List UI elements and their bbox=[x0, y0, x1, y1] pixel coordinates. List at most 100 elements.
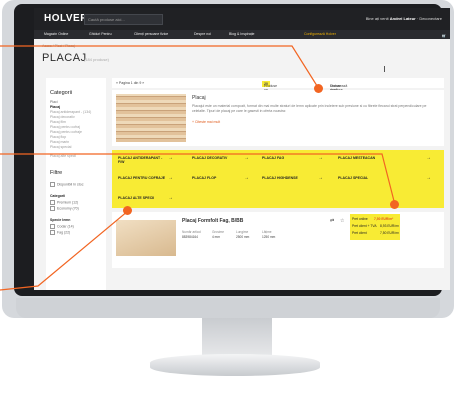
subcat-tile[interactable]: PLACAJ FAG bbox=[262, 156, 284, 160]
breadcrumb[interactable]: Acasa / Placi / Placaj bbox=[42, 44, 75, 48]
spec-value: 1250 mm bbox=[262, 235, 276, 239]
subcategory-item[interactable]: Placaj flop bbox=[50, 135, 66, 139]
product-image[interactable] bbox=[116, 220, 176, 256]
category-option[interactable]: Economy (70) bbox=[50, 206, 79, 211]
nav-item-clients[interactable]: Clienți persoane fizice bbox=[134, 32, 168, 36]
compare-icon[interactable]: ⇄ bbox=[330, 218, 334, 224]
account-name[interactable]: Andrei Lateur bbox=[390, 16, 416, 21]
subcat-tile[interactable]: PLACAJ SPECIAL bbox=[338, 176, 368, 180]
arrow-right-icon: → bbox=[168, 195, 173, 201]
page-title: PLACAJ bbox=[42, 52, 87, 64]
arrow-right-icon: → bbox=[318, 155, 323, 161]
subcategory-item[interactable]: Placaj pentru cofraje bbox=[50, 130, 82, 134]
checkbox[interactable] bbox=[50, 206, 55, 211]
checkbox[interactable] bbox=[50, 182, 55, 187]
subcat-tile[interactable]: PLACAJ ANTIDERAPANT - F/W bbox=[118, 156, 164, 164]
subcategory-item[interactable]: Placaj special bbox=[50, 145, 71, 149]
callout-marker bbox=[123, 206, 132, 215]
price-label: Pret client + TVA bbox=[352, 224, 377, 228]
subcat-tile[interactable]: PLACAJ MESTEACAN bbox=[338, 156, 375, 160]
monitor-stand-base bbox=[150, 354, 320, 376]
arrow-right-icon: → bbox=[168, 175, 173, 181]
filter-heading: Filtre bbox=[50, 170, 63, 176]
subcategory-item[interactable]: Placaj antiderapant - (134) bbox=[50, 110, 91, 114]
spec-value: 883984164 bbox=[182, 235, 198, 239]
checkbox[interactable] bbox=[50, 224, 55, 229]
subcat-tile[interactable]: PLACAJ FLOP bbox=[192, 176, 216, 180]
logout-link[interactable]: Deconectare bbox=[419, 16, 442, 21]
search-input[interactable]: Caută produse aici... bbox=[84, 14, 163, 25]
sidebar: Categorii Placi Placaj Placaj antiderapa… bbox=[46, 78, 106, 290]
callout-marker bbox=[390, 200, 399, 209]
price-label: Pret online bbox=[352, 217, 368, 221]
nav-item-shop[interactable]: Magazin Online bbox=[44, 32, 68, 36]
arrow-right-icon: → bbox=[426, 175, 431, 181]
subcat-tile[interactable]: PLACAJ HIGHDENSE bbox=[262, 176, 298, 180]
category-option-label: Economy (70) bbox=[57, 206, 79, 211]
categories-heading: Categorii bbox=[50, 90, 73, 96]
nav-item-about[interactable]: Despre noi bbox=[194, 32, 211, 36]
checkbox[interactable] bbox=[50, 230, 55, 235]
subcategory-item[interactable]: Placaj alte specii bbox=[50, 154, 76, 158]
subcat-tile[interactable]: PLACAJ DECORATIV bbox=[192, 156, 227, 160]
spec-label: Grosime bbox=[212, 230, 225, 234]
spec-value: 4 mm bbox=[212, 235, 220, 239]
monitor: HOLVER Caută produse aici... Bine ați ve… bbox=[2, 0, 454, 318]
screen: HOLVER Caută produse aici... Bine ați ve… bbox=[34, 8, 450, 290]
cart-icon[interactable]: 🛒 bbox=[442, 34, 446, 38]
monitor-chin bbox=[16, 298, 440, 318]
price-client: 7,50 EUR/m² bbox=[380, 231, 400, 235]
main-content: « Pagina 1 din 9 » Produse pe pagina 20 … bbox=[112, 78, 444, 290]
price-box: Pret online 7,50 EUR/m² Pret client + TV… bbox=[350, 214, 400, 240]
product-count: (184 produse) bbox=[84, 57, 109, 62]
subcategory-item[interactable]: Placaj decorativ bbox=[50, 115, 75, 119]
species-option-label: Fag (22) bbox=[57, 230, 71, 235]
spec-label: Lățime bbox=[262, 230, 272, 234]
holver-logo[interactable]: HOLVER bbox=[44, 13, 88, 24]
category-active[interactable]: Placaj bbox=[50, 105, 60, 109]
spec-label: Număr articol bbox=[182, 230, 201, 234]
arrow-right-icon: → bbox=[244, 155, 249, 161]
config-link[interactable]: Configurează Holver bbox=[304, 32, 336, 36]
category-all[interactable]: Placi bbox=[50, 100, 58, 104]
price-client-vat: 8,93 EUR/m² bbox=[380, 224, 400, 228]
price-online: 7,50 EUR/m² bbox=[374, 217, 394, 221]
nav-item-guides[interactable]: Ghiduri Pentru bbox=[89, 32, 112, 36]
favorite-icon[interactable]: ☆ bbox=[340, 218, 344, 224]
banner-title: Placaj bbox=[192, 95, 206, 101]
checkbox[interactable] bbox=[50, 200, 55, 205]
category-option-label: Premium (12) bbox=[57, 200, 79, 205]
category-option[interactable]: Premium (12) bbox=[50, 200, 78, 205]
site-header: HOLVER Caută produse aici... Bine ați ve… bbox=[34, 8, 450, 30]
species-option-label: Codar (14) bbox=[57, 224, 74, 229]
category-banner: Placaj Placajul este un material compozi… bbox=[112, 90, 444, 146]
stock-filter-label: Disponibil în stoc bbox=[57, 182, 84, 187]
main-nav: Magazin Online Ghiduri Pentru Clienți pe… bbox=[34, 30, 450, 39]
species-option[interactable]: Codar (14) bbox=[50, 224, 74, 229]
arrow-right-icon: → bbox=[426, 155, 431, 161]
subcategory-item[interactable]: Placaj film bbox=[50, 120, 66, 124]
read-more-link[interactable]: + Citeste mai mult bbox=[192, 120, 220, 124]
product-title[interactable]: Placaj Formfolt Fag, B/BB bbox=[182, 218, 243, 224]
subcat-tile[interactable]: PLACAJ ALTE SPECII bbox=[118, 196, 154, 200]
subcat-tile[interactable]: PLACAJ PENTRU COFRAJE bbox=[118, 176, 165, 180]
stock-filter[interactable]: Disponibil în stoc bbox=[50, 182, 83, 187]
species-option[interactable]: Fag (22) bbox=[50, 230, 70, 235]
subcategory-item[interactable]: Placaj pentru cofraj bbox=[50, 125, 80, 129]
nav-item-blog[interactable]: Blog & Inspirație bbox=[229, 32, 255, 36]
spec-label: Lungime bbox=[236, 230, 249, 234]
subcategory-item[interactable]: Placaj marin bbox=[50, 140, 69, 144]
mouse-cursor-icon bbox=[384, 66, 390, 72]
spec-value: 2500 mm bbox=[236, 235, 250, 239]
price-label: Pret client bbox=[352, 231, 367, 235]
arrow-right-icon: → bbox=[244, 175, 249, 181]
product-card[interactable]: Placaj Formfolt Fag, B/BB Număr articol … bbox=[112, 212, 444, 268]
arrow-right-icon: → bbox=[168, 155, 173, 161]
pagination[interactable]: « Pagina 1 din 9 » bbox=[116, 81, 144, 85]
per-page-select[interactable]: Produse pe pagina 20 bbox=[262, 81, 277, 96]
toolbar: « Pagina 1 din 9 » Produse pe pagina 20 … bbox=[112, 78, 444, 96]
banner-description: Placajul este un material compozit, form… bbox=[192, 104, 427, 113]
category-filter-title: Categorii bbox=[50, 194, 66, 198]
species-filter-title: Specie lemn bbox=[50, 218, 71, 222]
arrow-right-icon: → bbox=[318, 175, 323, 181]
